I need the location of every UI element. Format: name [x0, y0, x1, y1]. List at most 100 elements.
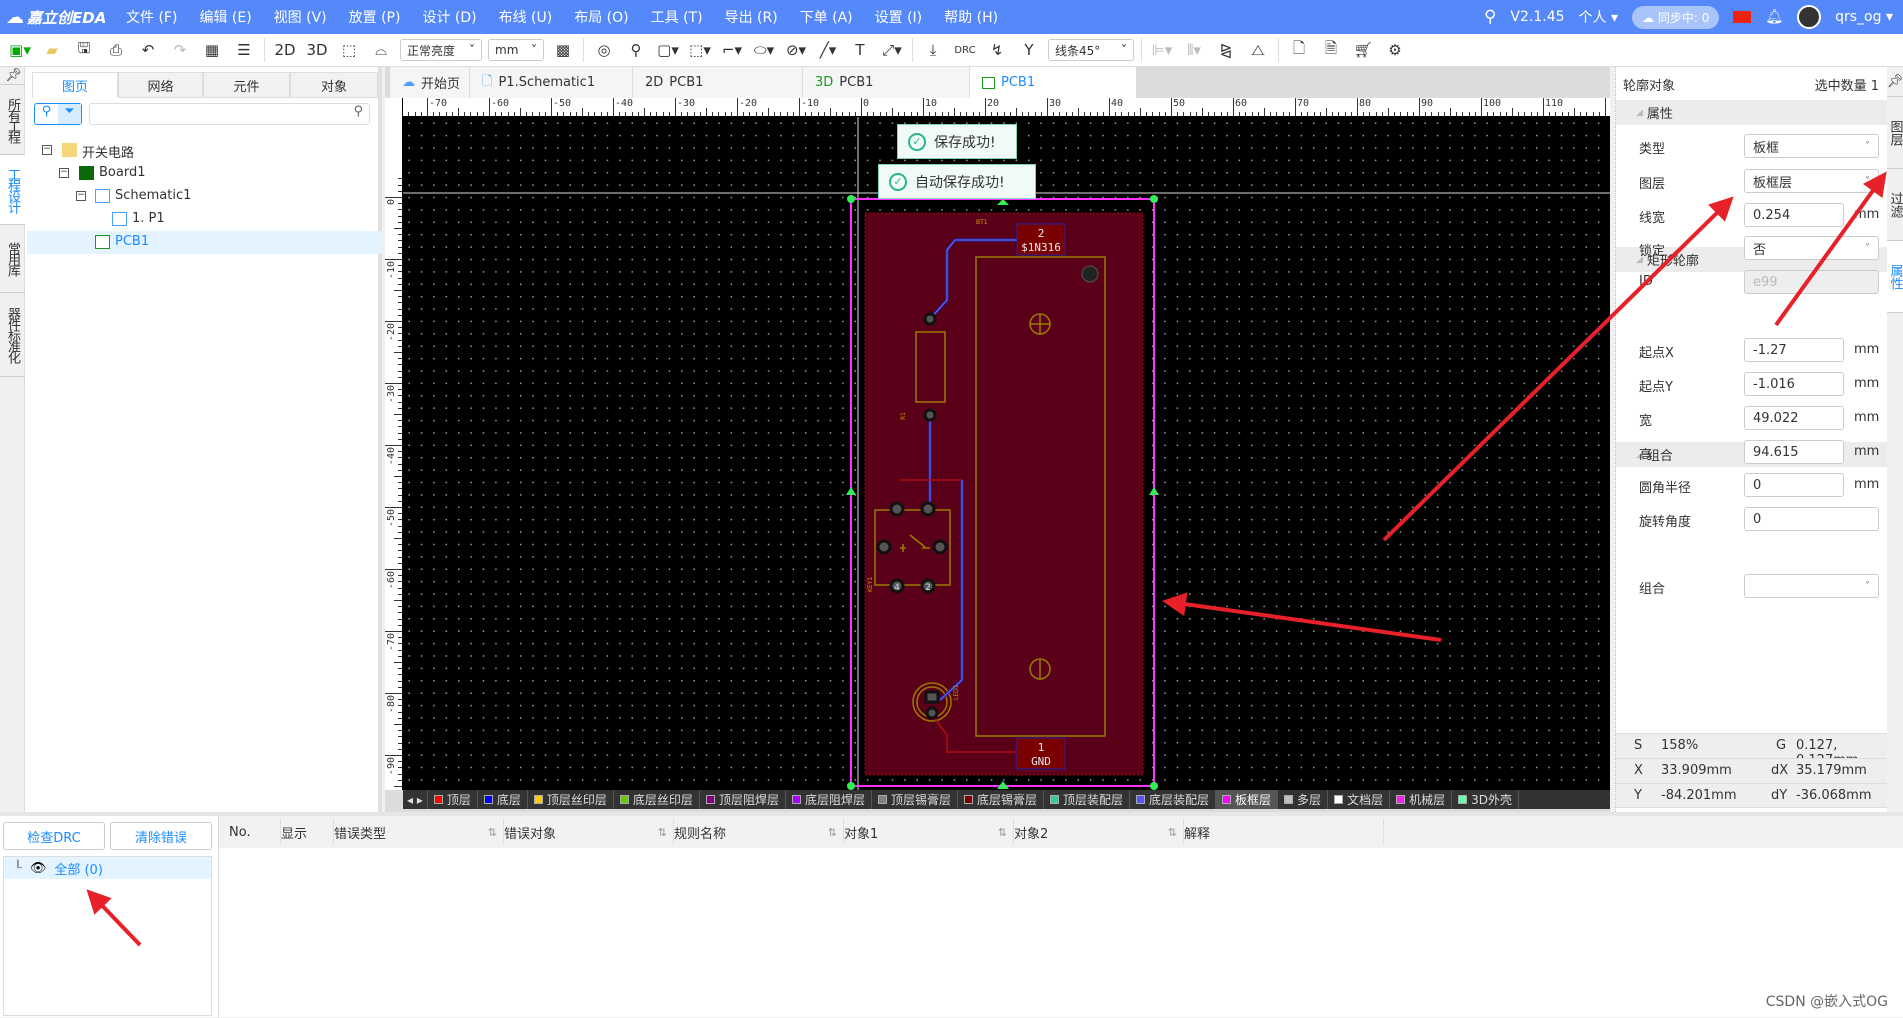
menu-item[interactable]: 帮助 (H): [944, 7, 998, 27]
prop-input[interactable]: -1.016: [1744, 372, 1844, 396]
tree-item[interactable]: 1. P1: [27, 208, 382, 231]
pin-icon[interactable]: 📌︎: [1887, 67, 1903, 97]
text-icon[interactable]: T: [848, 38, 872, 62]
find-icon[interactable]: ☰: [232, 38, 256, 62]
search-mode-toggle[interactable]: ⚲ ⏷: [34, 103, 82, 125]
column-header[interactable]: 对象1⇅: [844, 820, 1014, 844]
vtab-common-library[interactable]: 常用库: [0, 225, 25, 293]
collapse-icon[interactable]: −: [76, 191, 86, 201]
layer-toggle[interactable]: 顶层: [428, 790, 478, 809]
layer-toggle[interactable]: 顶层锡膏层: [872, 790, 958, 809]
menu-item[interactable]: 设置 (I): [875, 7, 923, 27]
tree-search-input[interactable]: ⚲: [89, 103, 370, 125]
sort-icon[interactable]: ⇅: [1168, 826, 1177, 839]
tab-nets[interactable]: 网络: [118, 72, 203, 98]
clear-errors-button[interactable]: 清除错误: [110, 822, 212, 850]
tree-item[interactable]: PCB1: [27, 231, 382, 254]
doc-tab[interactable]: 2DPCB1: [633, 67, 803, 98]
new-project-icon[interactable]: ▣▾: [8, 38, 32, 62]
account-dropdown[interactable]: 个人 ▾: [1579, 7, 1618, 27]
menu-item[interactable]: 导出 (R): [725, 7, 778, 27]
pin-icon[interactable]: ⚲: [624, 38, 648, 62]
pcb-canvas[interactable]: 2 $1N316 1 GND BT1 R1 KEY1 LED1 4 2 ✓保存成…: [403, 117, 1610, 790]
column-header[interactable]: 对象2⇅: [1014, 820, 1184, 844]
menu-item[interactable]: 布局 (O): [574, 7, 628, 27]
column-header[interactable]: 错误对象⇅: [504, 820, 674, 844]
route-mode-select[interactable]: 线条45°˅: [1048, 39, 1134, 61]
layer-toggle[interactable]: 底层阻焊层: [786, 790, 872, 809]
doc-tab[interactable]: 3DPCB1: [803, 67, 970, 98]
layer-toggle[interactable]: 多层: [1278, 790, 1328, 809]
sort-icon[interactable]: ⇅: [828, 826, 837, 839]
vtab-component-standard[interactable]: 器件标准化: [0, 293, 25, 377]
zoom-area-icon[interactable]: ⬚: [337, 38, 361, 62]
vtab-project-design[interactable]: 工程设计: [0, 155, 25, 225]
vtab-properties[interactable]: 属性: [1887, 241, 1903, 313]
dimension-icon[interactable]: ⤢▾: [880, 38, 904, 62]
menu-item[interactable]: 编辑 (E): [199, 7, 251, 27]
tree-item[interactable]: −Board1: [27, 162, 382, 185]
line-icon[interactable]: ╱▾: [816, 38, 840, 62]
vtab-layers[interactable]: 图层: [1887, 97, 1903, 169]
layer-toggle[interactable]: 顶层丝印层: [528, 790, 614, 809]
undo-icon[interactable]: ↶: [136, 38, 160, 62]
via-icon[interactable]: ◎: [592, 38, 616, 62]
unit-select[interactable]: mm˅: [488, 39, 544, 61]
layer-toggle[interactable]: 板框层: [1216, 790, 1278, 809]
mirror-icon[interactable]: ⧍: [1246, 38, 1270, 62]
sort-icon[interactable]: ⇅: [998, 826, 1007, 839]
open-folder-icon[interactable]: ▰: [40, 38, 64, 62]
grid-settings-icon[interactable]: ▩: [551, 38, 575, 62]
layer-toggle[interactable]: 顶层阻焊层: [700, 790, 786, 809]
region-icon[interactable]: ⬚▾: [688, 38, 712, 62]
check-drc-button[interactable]: 检查DRC: [3, 822, 105, 850]
pin-icon[interactable]: 📌︎: [0, 67, 25, 85]
doc-tab[interactable]: ☁开始页: [390, 67, 470, 98]
vtab-all-projects[interactable]: 所有工程: [0, 85, 25, 155]
avatar[interactable]: [1797, 5, 1821, 29]
brightness-select[interactable]: 正常亮度˅: [400, 39, 482, 61]
order-icon[interactable]: 🛒︎: [1351, 38, 1375, 62]
layer-toggle[interactable]: 顶层装配层: [1044, 790, 1130, 809]
collapse-triangle-icon[interactable]: ◢: [1636, 108, 1643, 118]
search-icon[interactable]: ⚲: [35, 104, 58, 124]
column-header[interactable]: 规则名称⇅: [674, 820, 844, 844]
align-icon[interactable]: ⊫▾: [1150, 38, 1174, 62]
prop-input[interactable]: 0.254: [1744, 203, 1844, 227]
view-2d-button[interactable]: 2D: [273, 38, 297, 62]
save-icon[interactable]: 🖫︎: [72, 38, 96, 62]
prop-input[interactable]: 0: [1744, 473, 1844, 497]
flip-horizontal-icon[interactable]: ⧎: [1214, 38, 1238, 62]
prop-input[interactable]: 94.615: [1744, 440, 1844, 464]
route-icon[interactable]: ↯: [985, 38, 1009, 62]
save-as-icon[interactable]: ⎙: [104, 38, 128, 62]
drc-tree-item-all[interactable]: ┖👁︎全部 (0): [4, 857, 211, 879]
tab-components[interactable]: 元件: [203, 72, 290, 98]
collapse-icon[interactable]: −: [42, 145, 52, 155]
distribute-icon[interactable]: ⫴▾: [1182, 38, 1206, 62]
gerber-icon[interactable]: 🗋︎: [1287, 38, 1311, 62]
layer-toggle[interactable]: 底层装配层: [1130, 790, 1216, 809]
menu-item[interactable]: 视图 (V): [274, 7, 327, 27]
layer-toggle[interactable]: 文档层: [1328, 790, 1390, 809]
doc-tab[interactable]: PCB1: [970, 67, 1137, 98]
collapse-icon[interactable]: −: [59, 168, 69, 178]
redo-icon[interactable]: ↷: [168, 38, 192, 62]
prop-input[interactable]: 49.022: [1744, 406, 1844, 430]
polygon-icon[interactable]: ⌐▾: [720, 38, 744, 62]
layer-toggle[interactable]: 机械层: [1390, 790, 1452, 809]
prop-input[interactable]: ˅: [1744, 574, 1879, 598]
bell-icon[interactable]: 🔔︎: [1765, 9, 1783, 25]
tree-item[interactable]: −Schematic1: [27, 185, 382, 208]
highlight-icon[interactable]: ⌓: [369, 38, 393, 62]
diff-pair-icon[interactable]: Y: [1017, 38, 1041, 62]
sort-icon[interactable]: ⇅: [488, 826, 497, 839]
sort-icon[interactable]: ⇅: [658, 826, 667, 839]
prop-input[interactable]: 板框层˅: [1744, 169, 1879, 193]
no-entry-icon[interactable]: ⊘▾: [784, 38, 808, 62]
prop-input[interactable]: -1.27: [1744, 338, 1844, 362]
eye-icon[interactable]: 👁︎: [30, 861, 47, 876]
filter-icon[interactable]: ⏷: [58, 104, 81, 124]
grid-view-icon[interactable]: ▦: [200, 38, 224, 62]
prop-input[interactable]: 否˅: [1744, 236, 1879, 260]
